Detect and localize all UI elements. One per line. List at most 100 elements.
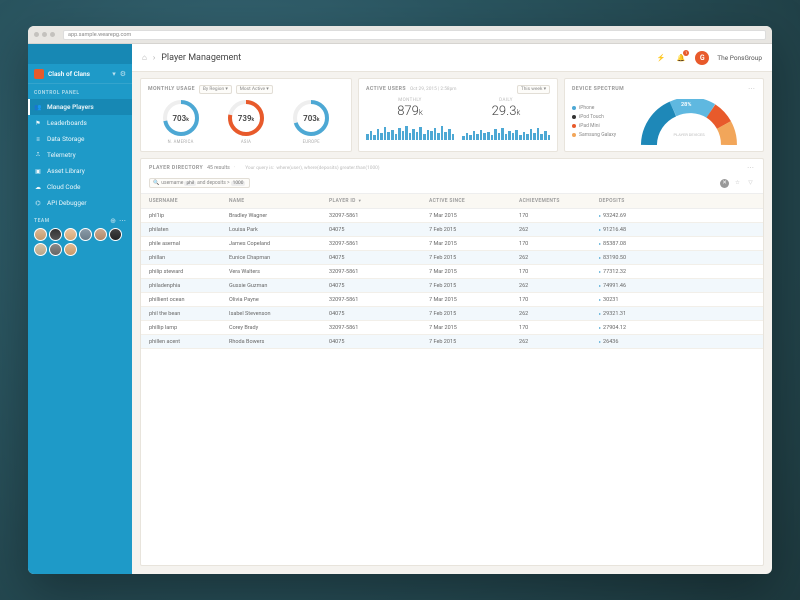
table-row[interactable]: phil the beanIsabel Stevenson040757 Feb …	[141, 307, 763, 321]
table-row[interactable]: phillip lampCorey Brady32097-58617 Mar 2…	[141, 321, 763, 335]
nav-list: 👥 Manage Players ⚑ Leaderboards ≡ Data Storag…	[28, 99, 132, 211]
search-chip[interactable]: phil	[184, 181, 196, 186]
nav-api-debugger[interactable]: ⌬API Debugger	[28, 195, 132, 211]
table-header: USERNAME NAME PLAYER ID▼ ACTIVE SINCE AC…	[141, 193, 763, 209]
window-controls[interactable]	[34, 32, 55, 37]
activity-filter[interactable]: Most Active ▾	[236, 85, 273, 94]
equalizer-icon: ⎍	[34, 151, 42, 159]
app-selector[interactable]: Clash of Clans ▾ ⚙	[28, 64, 132, 84]
topbar: ⌂ › Player Management ⚡ 🔔1 G The PonsGro…	[132, 44, 772, 72]
lightning-icon[interactable]: ⚡	[655, 52, 667, 64]
col-achievements[interactable]: ACHIEVEMENTS	[519, 198, 599, 204]
app-icon	[34, 69, 44, 79]
nav-label: Telemetry	[47, 151, 76, 159]
col-username[interactable]: USERNAME	[149, 198, 229, 204]
nav-label: Asset Library	[47, 167, 85, 175]
avatar[interactable]	[34, 228, 47, 241]
brand-bar	[28, 44, 132, 64]
sparkline-bars	[462, 122, 550, 140]
table-body: phI1ipBradley Wagner32097-58617 Mar 2015…	[141, 209, 763, 565]
nav-data-storage[interactable]: ≡ Data Storage	[28, 131, 132, 147]
dir-menu-icon[interactable]: ⋯	[747, 164, 755, 172]
nav-leaderboards[interactable]: ⚑ Leaderboards	[28, 115, 132, 131]
nav-label: Data Storage	[47, 135, 84, 143]
team-avatars	[28, 228, 132, 256]
active-users-card: ACTIVE USERS Oct 29, 2015 | 2:58pm This …	[358, 78, 558, 152]
flag-icon: ⚑	[34, 119, 42, 127]
legend-item: iPhone	[572, 105, 616, 111]
avatar[interactable]	[79, 228, 92, 241]
table-row[interactable]: philip stewardVera Walters32097-58617 Ma…	[141, 265, 763, 279]
bell-icon[interactable]: 🔔1	[675, 52, 687, 64]
avatar[interactable]	[49, 228, 62, 241]
gauge-pct: 12%	[730, 110, 740, 116]
avatar[interactable]	[94, 228, 107, 241]
gauge-pct: 16%	[738, 125, 748, 131]
sort-icon: ▼	[358, 198, 362, 203]
home-icon[interactable]: ⌂	[142, 53, 147, 62]
col-active-since[interactable]: ACTIVE SINCE	[429, 198, 519, 204]
table-row[interactable]: phillanEunice Chapman040757 Feb 2015262▸…	[141, 251, 763, 265]
device-spectrum-card: DEVICE SPECTRUM ⋯ iPhoneiPod TouchiPad M…	[564, 78, 764, 152]
layers-icon: ≡	[34, 135, 42, 143]
nav-label: Leaderboards	[47, 119, 87, 127]
clear-search-icon[interactable]: ✕	[720, 179, 729, 188]
usage-donut: 703kEUROPE	[291, 98, 331, 145]
table-row[interactable]: phile asernalJames Copeland32097-58617 M…	[141, 237, 763, 251]
player-directory: PLAYER DIRECTORY 45 results · Your query…	[140, 158, 764, 566]
legend-item: iPod Touch	[572, 114, 616, 120]
page-title: Player Management	[161, 53, 241, 63]
app-name: Clash of Clans	[48, 70, 108, 78]
table-row[interactable]: philatenLouisa Park040757 Feb 2015262▸91…	[141, 223, 763, 237]
card-title: MONTHLY USAGE	[148, 86, 195, 92]
section-label-panel: CONTROL PANEL	[28, 84, 132, 99]
nav-asset-library[interactable]: ▣Asset Library	[28, 163, 132, 179]
avatar[interactable]	[64, 243, 77, 256]
avatar[interactable]	[64, 228, 77, 241]
device-gauge: 58% 28% 12% 16% PLAYER DEVICES	[622, 99, 756, 145]
metric-monthly: MONTHLY879k	[366, 98, 454, 145]
card-title: ACTIVE USERS	[366, 86, 406, 92]
col-deposits[interactable]: DEPOSITS	[599, 198, 755, 204]
browser-chrome: app.sample.wearepg.com	[28, 26, 772, 44]
address-bar[interactable]: app.sample.wearepg.com	[63, 30, 766, 40]
col-player-id[interactable]: PLAYER ID▼	[329, 198, 429, 204]
nav-label: Cloud Code	[47, 183, 80, 191]
nav-label: Manage Players	[47, 103, 94, 111]
search-input[interactable]: 🔍 username phil and deposits > 1000	[149, 178, 250, 188]
avatar[interactable]	[49, 243, 62, 256]
filter-icon[interactable]: ▽	[746, 179, 755, 188]
monthly-usage-card: MONTHLY USAGE By Region ▾ Most Active ▾ …	[140, 78, 352, 152]
user-name[interactable]: The PonsGroup	[717, 54, 762, 62]
col-name[interactable]: NAME	[229, 198, 329, 204]
region-filter[interactable]: By Region ▾	[199, 85, 232, 94]
team-menu-icon[interactable]: ⋯	[119, 217, 126, 225]
gauge-pct: 28%	[681, 102, 691, 108]
usage-donut: 739kASIA	[226, 98, 266, 145]
table-row[interactable]: phillient oceanOlivia Payne32097-58617 M…	[141, 293, 763, 307]
search-chip[interactable]: 1000	[231, 181, 246, 186]
nav-cloud-code[interactable]: ☁Cloud Code	[28, 179, 132, 195]
user-avatar[interactable]: G	[695, 51, 709, 65]
table-row[interactable]: philadenphiaGussie Guzman040757 Feb 2015…	[141, 279, 763, 293]
nav-telemetry[interactable]: ⎍ Telemetry	[28, 147, 132, 163]
nav-manage-players[interactable]: 👥 Manage Players	[28, 99, 132, 115]
card-menu-icon[interactable]: ⋯	[748, 85, 756, 93]
table-row[interactable]: phI1ipBradley Wagner32097-58617 Mar 2015…	[141, 209, 763, 223]
result-count: 45 results	[207, 165, 230, 171]
add-team-icon[interactable]: ⊕	[110, 217, 116, 225]
timerange-filter[interactable]: This week ▾	[517, 85, 550, 94]
avatar[interactable]	[109, 228, 122, 241]
star-icon[interactable]: ☆	[733, 179, 742, 188]
card-title: DEVICE SPECTRUM	[572, 86, 624, 92]
sidebar: Clash of Clans ▾ ⚙ CONTROL PANEL 👥 Manage…	[28, 44, 132, 574]
table-row[interactable]: phillen acentRhoda Bowers040757 Feb 2015…	[141, 335, 763, 349]
section-label-team: TEAM	[34, 218, 110, 224]
avatar[interactable]	[34, 243, 47, 256]
gear-icon[interactable]: ⚙	[120, 70, 126, 78]
search-icon: 🔍	[153, 180, 159, 186]
users-icon: 👥	[34, 103, 42, 111]
usage-donut: 703kN. AMERICA	[161, 98, 201, 145]
dir-title: PLAYER DIRECTORY	[149, 165, 203, 171]
nav-label: API Debugger	[47, 199, 87, 207]
